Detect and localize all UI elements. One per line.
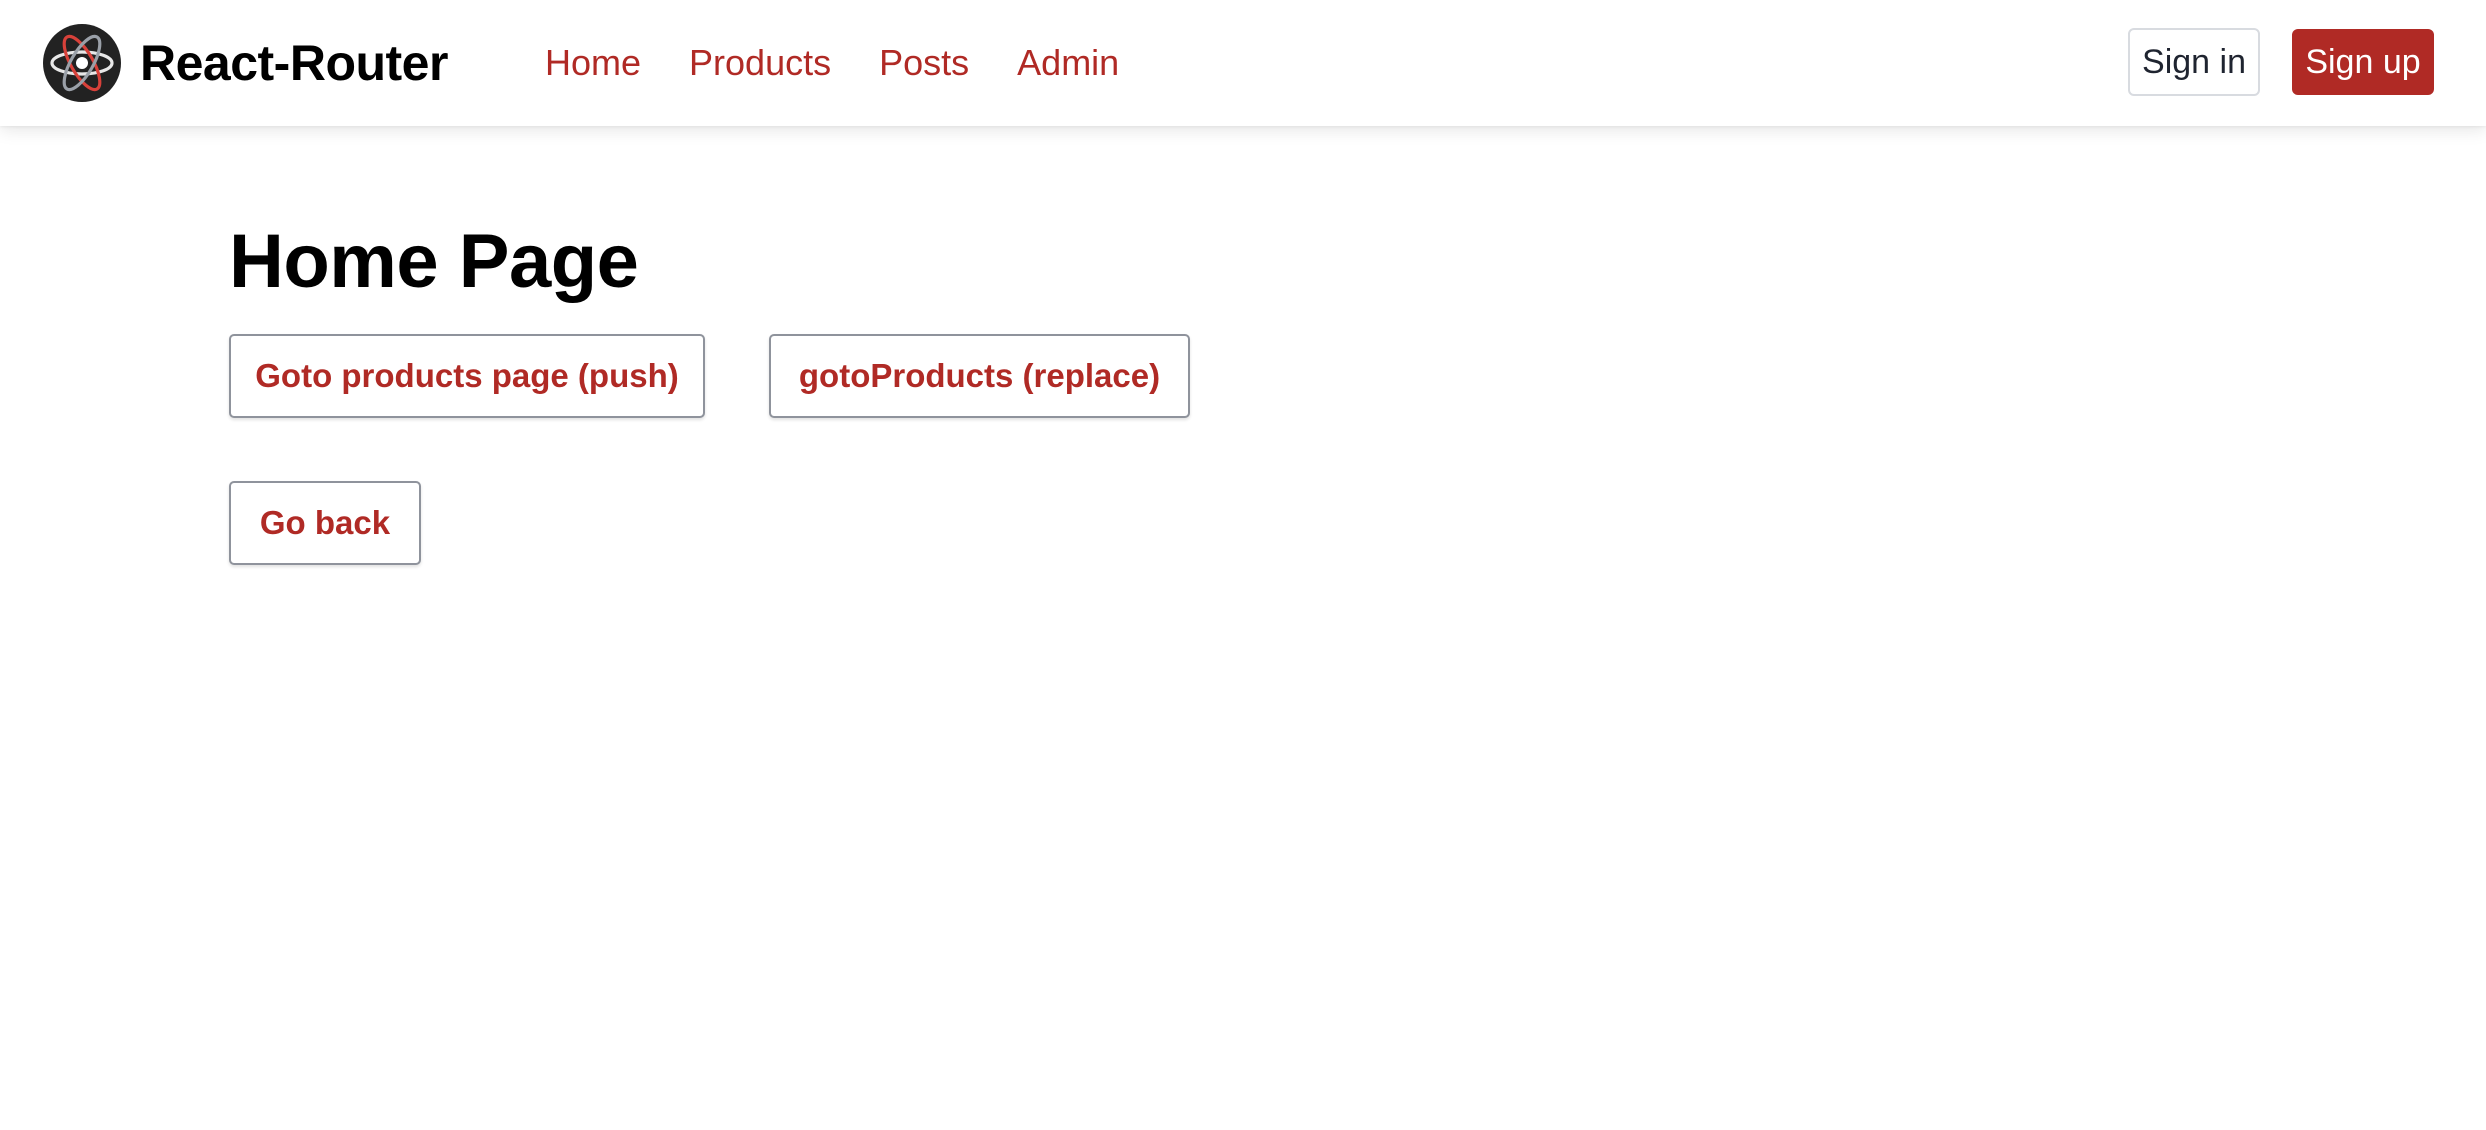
brand-title: React-Router	[140, 35, 448, 91]
sign-up-button[interactable]: Sign up	[2292, 29, 2434, 95]
react-atom-icon	[43, 24, 121, 102]
top-navbar: React-Router Home Products Posts Admin S…	[0, 0, 2486, 126]
go-back-button[interactable]: Go back	[229, 481, 421, 565]
goto-products-replace-button[interactable]: gotoProducts (replace)	[769, 334, 1190, 418]
sign-in-button[interactable]: Sign in	[2128, 28, 2260, 96]
goto-products-push-button[interactable]: Goto products page (push)	[229, 334, 705, 418]
page-title: Home Page	[229, 219, 639, 304]
main-nav: Home Products Posts Admin	[545, 0, 1167, 126]
nav-item-products[interactable]: Products	[689, 45, 831, 81]
nav-item-posts[interactable]: Posts	[879, 45, 969, 81]
brand-link[interactable]: React-Router	[42, 22, 448, 104]
nav-item-home[interactable]: Home	[545, 45, 641, 81]
nav-item-admin[interactable]: Admin	[1017, 45, 1119, 81]
